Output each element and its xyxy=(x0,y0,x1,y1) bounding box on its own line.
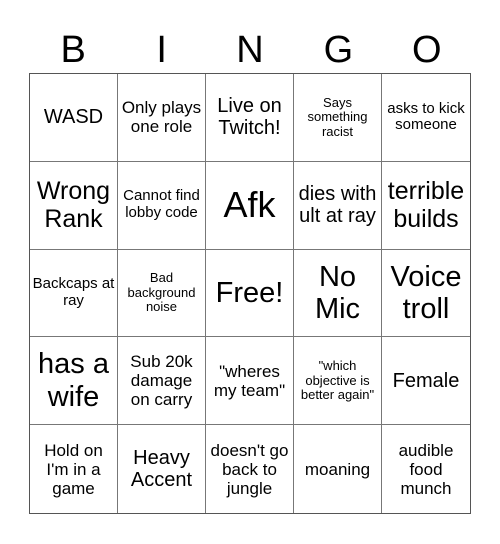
bingo-cell[interactable]: Female xyxy=(382,337,470,426)
cell-label: "which objective is better again" xyxy=(300,357,375,403)
bingo-cell[interactable]: Voice troll xyxy=(382,250,470,338)
cell-label: Afk xyxy=(223,184,276,226)
bingo-cell[interactable]: has a wife xyxy=(30,337,118,426)
bingo-cell[interactable]: moaning xyxy=(294,425,382,513)
bingo-cell[interactable]: Says something racist xyxy=(294,74,382,162)
cell-label: moaning xyxy=(304,459,371,479)
bingo-cell[interactable]: Heavy Accent xyxy=(118,425,206,513)
bingo-cell[interactable]: terrible builds xyxy=(382,162,470,250)
bingo-cell[interactable]: "which objective is better again" xyxy=(294,337,382,426)
bingo-cell[interactable]: Only plays one role xyxy=(118,74,206,162)
cell-label: Hold on I'm in a game xyxy=(44,440,103,498)
bingo-cell[interactable]: Backcaps at ray xyxy=(30,249,118,338)
cell-label: Female xyxy=(392,369,460,392)
cell-label: "wheres my team" xyxy=(213,361,286,400)
header-letter-b: B xyxy=(60,29,86,71)
bingo-cell[interactable]: Sub 20k damage on carry xyxy=(118,337,206,426)
cell-label: Sub 20k damage on carry xyxy=(130,352,193,410)
bingo-header: B I N G O xyxy=(29,26,471,74)
cell-label: audible food munch xyxy=(398,440,454,498)
bingo-cell[interactable]: Live on Twitch! xyxy=(206,74,294,162)
bingo-cell[interactable]: No Mic xyxy=(294,249,382,338)
cell-label: Bad background noise xyxy=(127,270,196,315)
cell-label: Heavy Accent xyxy=(130,446,193,492)
bingo-board: WASD Only plays one role Live on Twitch!… xyxy=(29,73,471,514)
cell-label: Wrong Rank xyxy=(36,177,111,234)
bingo-cell[interactable]: Wrong Rank xyxy=(30,161,118,250)
header-letter-i: I xyxy=(156,29,167,71)
cell-label: Only plays one role xyxy=(121,98,202,137)
bingo-cell[interactable]: Hold on I'm in a game xyxy=(30,425,118,513)
cell-label: Says something racist xyxy=(307,94,368,139)
free-space-cell[interactable]: Free! xyxy=(206,249,294,338)
bingo-cell[interactable]: Afk xyxy=(206,161,294,250)
bingo-cell[interactable]: dies with ult at ray xyxy=(294,161,382,250)
cell-label: WASD xyxy=(43,106,104,129)
header-letter-g: G xyxy=(323,29,354,71)
cell-label: Voice troll xyxy=(390,260,462,325)
header-letter-n: N xyxy=(236,29,264,71)
cell-label: Backcaps at ray xyxy=(32,275,115,309)
cell-label: doesn't go back to jungle xyxy=(210,440,289,498)
bingo-cell[interactable]: doesn't go back to jungle xyxy=(206,425,294,513)
cell-label: No Mic xyxy=(314,260,361,325)
cell-label: Live on Twitch! xyxy=(217,95,282,140)
bingo-cell[interactable]: audible food munch xyxy=(382,425,470,513)
free-space-label: Free! xyxy=(215,276,284,309)
cell-label: terrible builds xyxy=(387,177,465,234)
cell-label: Cannot find lobby code xyxy=(123,187,200,222)
cell-label: dies with ult at ray xyxy=(298,182,377,228)
bingo-cell[interactable]: Cannot find lobby code xyxy=(118,161,206,250)
cell-label: asks to kick someone xyxy=(387,99,465,134)
bingo-cell[interactable]: Bad background noise xyxy=(118,249,206,338)
bingo-cell[interactable]: "wheres my team" xyxy=(206,337,294,426)
cell-label: has a wife xyxy=(38,348,109,413)
bingo-cell[interactable]: WASD xyxy=(30,74,118,162)
header-letter-o: O xyxy=(412,29,442,71)
bingo-cell[interactable]: asks to kick someone xyxy=(382,74,470,162)
